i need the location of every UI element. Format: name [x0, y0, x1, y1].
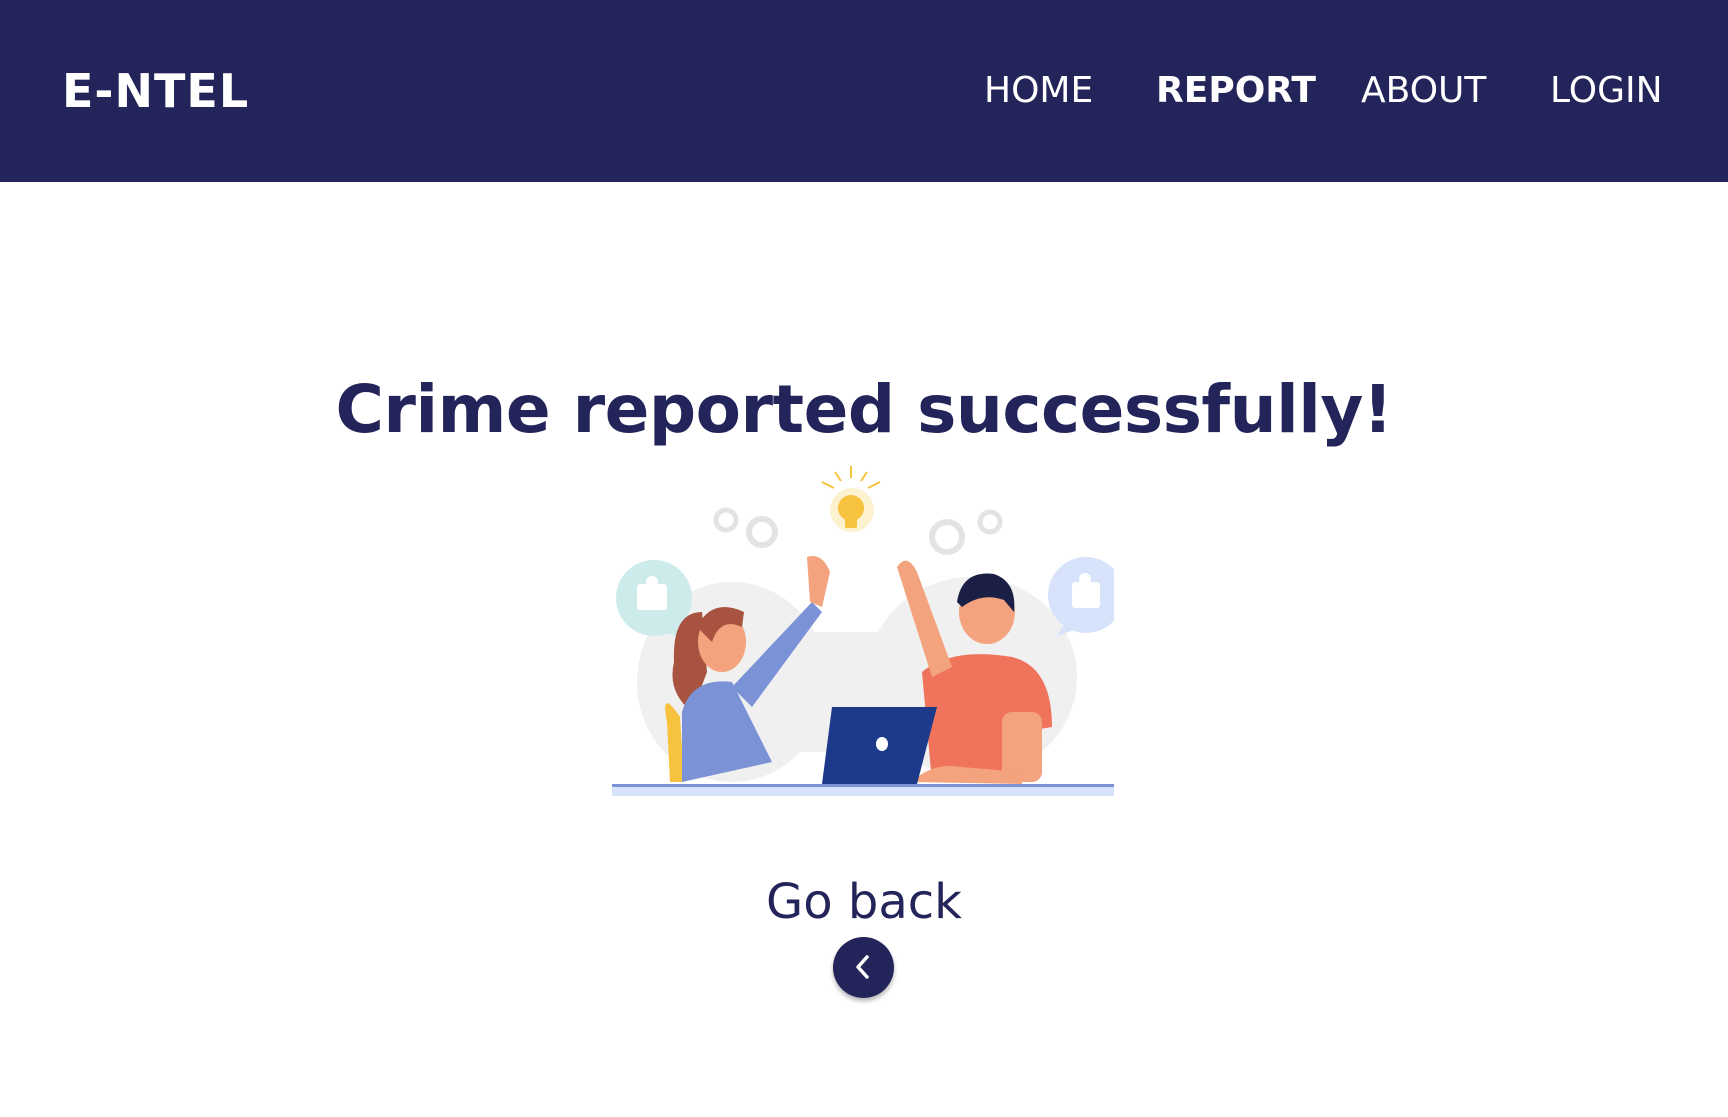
high-five-illustration — [612, 462, 1124, 802]
navbar: E-NTEL HOME REPORT ABOUT LOGIN — [0, 0, 1728, 182]
go-back-label: Go back — [766, 874, 962, 930]
back-button[interactable] — [833, 937, 894, 998]
nav-login-link[interactable]: LOGIN — [1550, 68, 1663, 114]
nav-home-link[interactable]: HOME — [984, 68, 1093, 114]
nav-report-link[interactable]: REPORT — [1156, 68, 1316, 114]
nav-about-link[interactable]: ABOUT — [1361, 68, 1486, 114]
brand-logo[interactable]: E-NTEL — [62, 62, 249, 120]
page-title: Crime reported successfully! — [335, 371, 1393, 449]
chevron-left-icon — [856, 955, 869, 979]
